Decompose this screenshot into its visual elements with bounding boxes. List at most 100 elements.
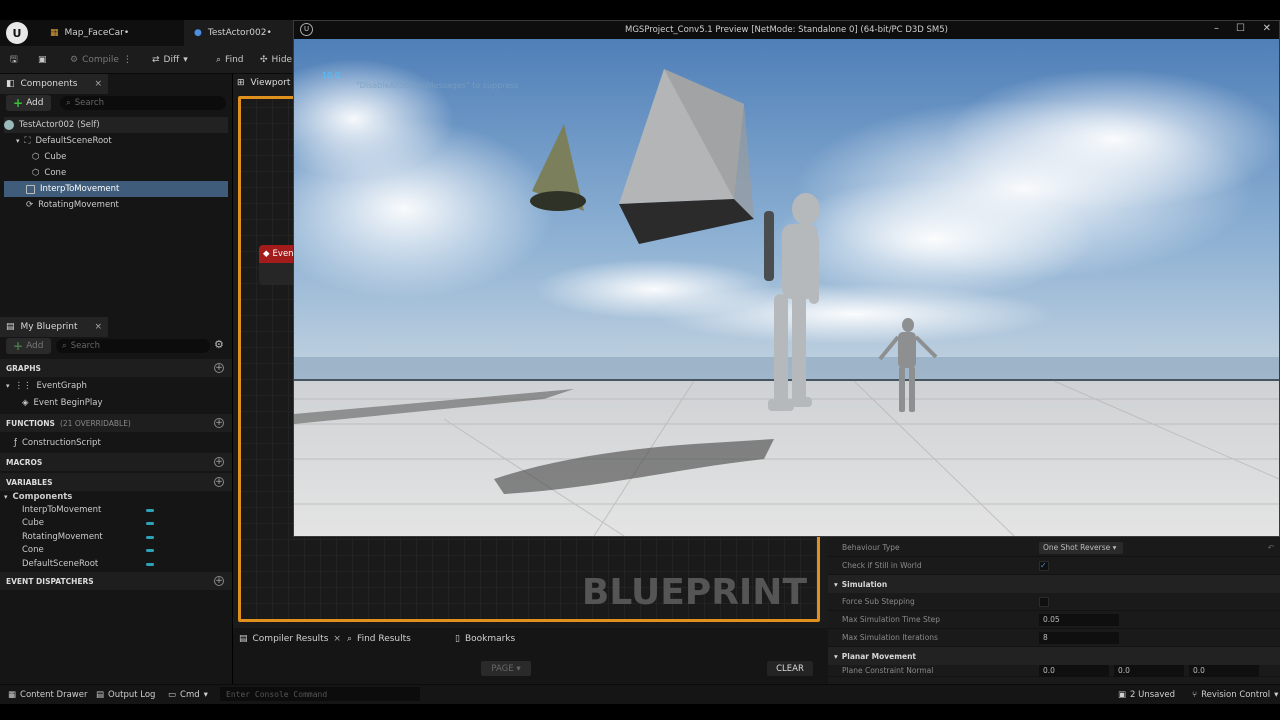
log-icon: ▤	[96, 690, 105, 700]
clear-button[interactable]: CLEAR	[767, 661, 813, 676]
add-function-icon[interactable]: +	[214, 418, 224, 428]
viewport-tab[interactable]: ⊞ Viewport	[237, 78, 290, 88]
construction-script-item[interactable]: ƒ ConstructionScript	[14, 435, 101, 451]
settings-gear-icon[interactable]: ⚙	[214, 338, 224, 351]
search-icon: ⌕	[216, 55, 222, 65]
components-search-input[interactable]: ⌕ Search	[60, 96, 226, 110]
component-defaultsceneroot[interactable]: ▾ ⛶ DefaultSceneRoot	[16, 133, 112, 149]
plane-normal-z-input[interactable]: 0.0	[1189, 664, 1259, 677]
plane-normal-y-input[interactable]: 0.0	[1114, 664, 1184, 677]
console-command-input[interactable]: Enter Console Command	[220, 687, 420, 701]
compile-options-icon[interactable]: ⋮	[123, 55, 132, 65]
tab-testactor002[interactable]: ● TestActor002•	[184, 20, 294, 46]
browse-button[interactable]: ▣	[38, 50, 47, 70]
blueprint-icon: ▤	[6, 322, 15, 332]
unsaved-button[interactable]: ▣ 2 Unsaved	[1118, 688, 1175, 702]
graphs-section-header[interactable]: GRAPHS +	[0, 359, 232, 377]
my-blueprint-panel-tab[interactable]: ▤ My Blueprint ×	[0, 317, 108, 337]
component-self[interactable]: TestActor002 (Self)	[4, 117, 228, 133]
add-macro-icon[interactable]: +	[214, 457, 224, 467]
blueprint-icon: ●	[194, 28, 202, 38]
actor-icon	[4, 120, 14, 130]
viewport-icon: ⊞	[237, 78, 245, 88]
check-still-checkbox[interactable]: ✓	[1039, 560, 1049, 571]
revision-control-icon: ⑂	[1192, 690, 1198, 700]
plus-icon: +	[13, 96, 24, 110]
compiler-results-tab[interactable]: ▤ Compiler Results ×	[239, 630, 341, 648]
compile-button[interactable]: ⚙ Compile ⋮	[70, 50, 132, 70]
component-cone[interactable]: ⬡ Cone	[32, 165, 66, 181]
revision-control-button[interactable]: ⑂ Revision Control ▾	[1192, 688, 1278, 702]
variable-type-pill	[146, 509, 154, 512]
component-interptomovement[interactable]: InterpToMovement	[4, 181, 228, 197]
find-results-tab[interactable]: ⌕ Find Results	[347, 630, 411, 648]
simulation-category[interactable]: ▾ Simulation	[828, 575, 1280, 593]
blueprint-watermark: BLUEPRINT	[581, 572, 807, 613]
event-graph-item[interactable]: ▾ ⋮⋮ EventGraph	[6, 378, 87, 394]
content-drawer-button[interactable]: ▦ Content Drawer	[8, 688, 87, 702]
components-panel-tab[interactable]: ◧ Components ×	[0, 74, 108, 94]
rotating-icon: ⟳	[26, 200, 34, 210]
blueprint-toolbar: 🖫 ▣ ⚙ Compile ⋮ ⇄ Diff ▾ ⌕ Find ✣ Hide	[0, 46, 295, 74]
reset-arrow-icon[interactable]: ↶	[1268, 543, 1274, 552]
event-dispatchers-section-header[interactable]: EVENT DISPATCHERS +	[0, 572, 232, 590]
graph-icon: ⋮⋮	[14, 381, 32, 391]
bookmark-icon: ▯	[455, 634, 460, 644]
macros-section-header[interactable]: MACROS +	[0, 453, 232, 471]
collapse-arrow-icon[interactable]: ▾	[6, 382, 10, 390]
compile-icon: ⚙	[70, 55, 79, 65]
behaviour-type-dropdown[interactable]: One Shot Reverse ▾	[1039, 541, 1123, 554]
unreal-logo-icon[interactable]: U	[6, 22, 28, 44]
save-icon: 🖫	[10, 55, 18, 65]
max-sim-time-step-input[interactable]: 0.05	[1039, 613, 1119, 626]
component-cube[interactable]: ⬡ Cube	[32, 149, 66, 165]
bookmarks-tab[interactable]: ▯ Bookmarks	[455, 630, 515, 648]
close-icon[interactable]: ×	[94, 322, 102, 332]
hide-button[interactable]: ✣ Hide	[260, 50, 292, 70]
find-button[interactable]: ⌕ Find	[216, 50, 244, 70]
force-sub-stepping-checkbox[interactable]	[1039, 596, 1049, 607]
game-viewport[interactable]: 10.0 "DisableAllScreenMessages" to suppr…	[294, 39, 1279, 536]
page-dropdown[interactable]: PAGE ▾	[481, 661, 531, 676]
components-add-button[interactable]: + Add	[6, 95, 51, 111]
diff-button[interactable]: ⇄ Diff ▾	[152, 50, 188, 70]
planar-movement-category[interactable]: ▾ Planar Movement	[828, 647, 1280, 665]
my-blueprint-add-button[interactable]: + Add	[6, 338, 51, 354]
map-icon: ▦	[50, 28, 59, 38]
event-icon: ◆	[263, 249, 270, 259]
event-beginplay-item[interactable]: ◈ Event BeginPlay	[22, 395, 103, 411]
add-graph-icon[interactable]: +	[214, 363, 224, 373]
search-icon: ⌕	[62, 341, 67, 351]
output-log-button[interactable]: ▤ Output Log	[96, 688, 155, 702]
functions-section-header[interactable]: FUNCTIONS (21 OVERRIDABLE) +	[0, 414, 232, 432]
my-blueprint-search-input[interactable]: ⌕ Search	[56, 339, 210, 353]
details-panel: Behaviour Type One Shot Reverse ▾ ↶ Chec…	[828, 537, 1280, 684]
cmd-dropdown[interactable]: ▭ Cmd ▾	[168, 688, 208, 702]
close-icon[interactable]: ×	[333, 634, 341, 644]
max-sim-iterations-input[interactable]: 8	[1039, 631, 1119, 644]
maximize-icon[interactable]: ☐	[1236, 23, 1245, 34]
plus-icon: +	[13, 339, 24, 353]
chevron-down-icon: ▾	[516, 663, 521, 674]
diff-icon: ⇄	[152, 55, 160, 65]
component-rotatingmovement[interactable]: ⟳ RotatingMovement	[26, 197, 119, 213]
add-variable-icon[interactable]: +	[214, 477, 224, 487]
max-sim-iterations-row: Max Simulation Iterations 8	[828, 629, 1280, 647]
mesh-icon: ⬡	[32, 168, 40, 178]
save-button[interactable]: 🖫	[10, 50, 18, 70]
tab-map-facecar[interactable]: ▦ Map_FaceCar•	[40, 20, 139, 46]
plane-constraint-normal-row: Plane Constraint Normal 0.0 0.0 0.0	[828, 664, 1280, 677]
collapse-arrow-icon[interactable]: ▾	[16, 137, 20, 145]
chevron-down-icon: ▾	[1274, 690, 1279, 700]
content-drawer-icon: ▦	[8, 690, 17, 700]
collapse-arrow-icon[interactable]: ▾	[4, 493, 8, 501]
unreal-logo-icon: U	[300, 23, 313, 36]
close-icon[interactable]: ✕	[1263, 23, 1271, 34]
preview-title-bar: U MGSProject_Conv5.1 Preview [NetMode: S…	[294, 21, 1279, 39]
minimize-icon[interactable]: –	[1214, 23, 1219, 34]
variable-defaultsceneroot[interactable]: DefaultSceneRoot	[22, 556, 98, 572]
add-dispatcher-icon[interactable]: +	[214, 576, 224, 586]
plane-normal-x-input[interactable]: 0.0	[1039, 664, 1109, 677]
close-icon[interactable]: ×	[94, 79, 102, 89]
stat-value: 10.0	[322, 71, 340, 80]
